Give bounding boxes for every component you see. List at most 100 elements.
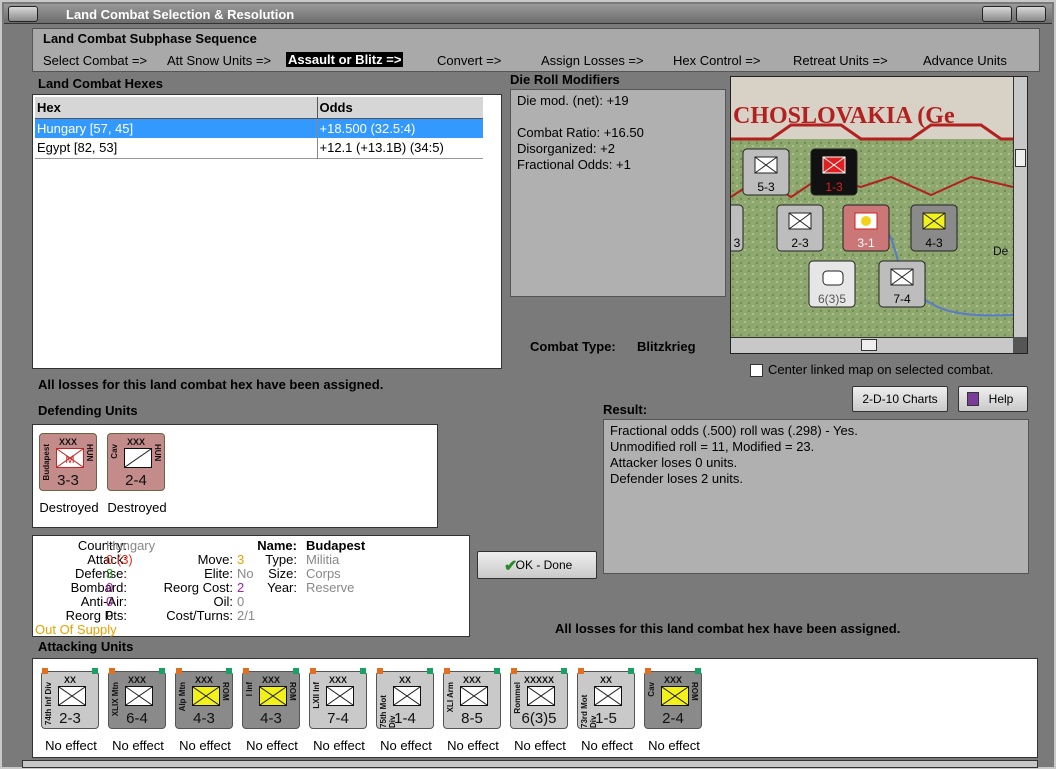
hexes-list: Hex Odds Hungary [57, 45] +18.500 (32.5:…	[32, 94, 502, 369]
help-book-icon	[967, 392, 979, 406]
col-hex[interactable]: Hex	[35, 97, 318, 118]
map-counter[interactable]: 3-1	[842, 204, 890, 252]
defending-unit[interactable]: XXX Cav HUN 2-4 Destroyed	[107, 433, 167, 515]
col-odds[interactable]: Odds	[317, 97, 483, 118]
svg-text:3: 3	[734, 236, 741, 250]
map-vscrollbar[interactable]	[1013, 77, 1027, 337]
status-dot-left-icon	[42, 668, 48, 674]
attacking-unit[interactable]: XX 74th Inf Div 2-3 No effect	[41, 668, 99, 753]
attacking-unit[interactable]: XXX Cav ROM 2-4 No effect	[644, 668, 702, 753]
status-dot-left-icon	[176, 668, 182, 674]
step-assault-blitz: Assault or Blitz =>	[286, 52, 404, 67]
center-map-checkbox[interactable]	[750, 364, 763, 377]
map-counter[interactable]: 3	[731, 204, 744, 252]
unit-name: XLI Arm	[446, 682, 455, 713]
attacking-unit[interactable]: XX 73rd Mot Div 1-5 No effect	[577, 668, 635, 753]
status-dot-left-icon	[645, 668, 651, 674]
supply-status: Out Of Supply	[35, 622, 117, 637]
hex-cell: Hungary [57, 45]	[35, 118, 318, 138]
militia-symbol-icon: M	[56, 448, 84, 468]
type-value: Militia	[306, 552, 340, 567]
svg-text:7-4: 7-4	[893, 292, 911, 306]
svg-text:1-3: 1-3	[825, 180, 843, 194]
window-menu-button[interactable]	[8, 6, 38, 22]
losses-message-2: All losses for this land combat hex have…	[555, 621, 901, 636]
linked-map[interactable]: CHOSLOVAKIA (Ge 5-3 1-3 3 2-3 3-1 4-3 6(…	[730, 76, 1028, 354]
losses-message: All losses for this land combat hex have…	[38, 377, 384, 392]
ok-done-button[interactable]: ✔ OK - Done	[477, 551, 597, 579]
svg-text:2-3: 2-3	[791, 236, 809, 250]
defending-unit[interactable]: XXX Budapest HUN M 3-3 Destroyed	[39, 433, 99, 515]
costturns-value: 2/1	[237, 608, 256, 623]
svg-text:3-1: 3-1	[857, 236, 875, 250]
unit-status: No effect	[648, 738, 700, 753]
elite-value: No	[237, 566, 254, 581]
status-dot-right-icon	[561, 668, 567, 674]
map-region-label: CHOSLOVAKIA (Ge	[733, 103, 955, 129]
center-map-label: Center linked map on selected combat.	[768, 362, 994, 377]
unit-symbol-icon	[527, 686, 555, 706]
attacking-unit[interactable]: XXX Alp Mtn ROM 4-3 No effect	[175, 668, 233, 753]
checkmark-icon: ✔	[504, 558, 518, 575]
attacking-unit[interactable]: XXX I Inf ROM 4-3 No effect	[242, 668, 300, 753]
status-dot-left-icon	[377, 668, 383, 674]
combat-type-value: Blitzkrieg	[637, 339, 696, 354]
odds-cell: +18.500 (32.5:4)	[319, 120, 416, 136]
map-counter[interactable]: 7-4	[878, 260, 926, 308]
bombard-value: 0	[106, 580, 114, 595]
map-hscroll-thumb[interactable]	[861, 339, 877, 351]
result-line: Fractional odds (.500) roll was (.298) -…	[610, 423, 858, 438]
hex-row[interactable]: Egypt [82, 53] +12.1 (+13.1B) (34:5)	[35, 138, 483, 158]
unit-symbol-icon	[58, 686, 86, 706]
unit-symbol-icon	[125, 686, 153, 706]
unit-value: 7-4	[327, 710, 349, 727]
step-convert: Convert =>	[437, 53, 502, 68]
bottom-scrollbar[interactable]	[22, 760, 1038, 768]
attacking-unit[interactable]: XXX XLI Arm 8-5 No effect	[443, 668, 501, 753]
mod-line: Disorganized: +2	[517, 141, 615, 156]
attacking-unit[interactable]: XXX LXII Inf 7-4 No effect	[309, 668, 367, 753]
reorgpts-value: 0	[106, 608, 114, 623]
map-counter[interactable]: 6(3)5	[808, 260, 856, 308]
status-dot-right-icon	[159, 668, 165, 674]
svg-text:6(3)5: 6(3)5	[818, 292, 846, 306]
map-canvas[interactable]: CHOSLOVAKIA (Ge 5-3 1-3 3 2-3 3-1 4-3 6(…	[731, 77, 1013, 337]
sequence-title: Land Combat Subphase Sequence	[43, 31, 257, 46]
unit-status: Destroyed	[39, 500, 99, 515]
step-advance-units: Advance Units	[923, 53, 1007, 68]
step-att-snow: Att Snow Units =>	[167, 53, 272, 68]
minimize-button[interactable]	[982, 6, 1012, 22]
map-counter[interactable]: 1-3	[810, 148, 858, 196]
unit-value: 4-3	[260, 710, 282, 727]
unit-value: 1-5	[595, 710, 617, 727]
maximize-button[interactable]	[1016, 6, 1046, 22]
help-button[interactable]: Help	[958, 386, 1028, 412]
attacking-title: Attacking Units	[38, 639, 134, 654]
hex-row[interactable]: Hungary [57, 45] +18.500 (32.5:4)	[35, 118, 483, 138]
map-hscrollbar[interactable]	[731, 337, 1013, 353]
defending-box: XXX Budapest HUN M 3-3 Destroyed XXX Cav…	[32, 424, 438, 528]
status-dot-right-icon	[494, 668, 500, 674]
unit-name: LXII Inf	[312, 682, 321, 709]
move-value: 3	[237, 552, 245, 567]
map-counter[interactable]: 2-3	[776, 204, 824, 252]
charts-button[interactable]: 2-D-10 Charts	[852, 386, 948, 412]
map-vscroll-thumb[interactable]	[1015, 149, 1026, 167]
subphase-sequence-group: Land Combat Subphase Sequence Select Com…	[32, 28, 1040, 72]
map-counter[interactable]: 4-3	[910, 204, 958, 252]
step-assign-losses: Assign Losses =>	[541, 53, 644, 68]
unit-symbol-icon	[594, 686, 622, 706]
hex-cell: Egypt [82, 53]	[35, 138, 318, 158]
result-line: Unmodified roll = 11, Modified = 23.	[610, 439, 815, 454]
map-counter[interactable]: 5-3	[742, 148, 790, 196]
cavalry-symbol-icon	[124, 448, 152, 468]
attacking-unit[interactable]: XXXXX Rommel 6(3)5 No effect	[510, 668, 568, 753]
status-dot-right-icon	[695, 668, 701, 674]
year-value: Reserve	[306, 580, 355, 595]
unit-name: Cav	[647, 682, 656, 697]
status-dot-left-icon	[444, 668, 450, 674]
attacking-unit[interactable]: XXX XLIX Mtn 6-4 No effect	[108, 668, 166, 753]
status-dot-left-icon	[109, 668, 115, 674]
ok-done-label: OK - Done	[515, 558, 573, 572]
attacking-unit[interactable]: XX 75th Mot Div 1-4 No effect	[376, 668, 434, 753]
